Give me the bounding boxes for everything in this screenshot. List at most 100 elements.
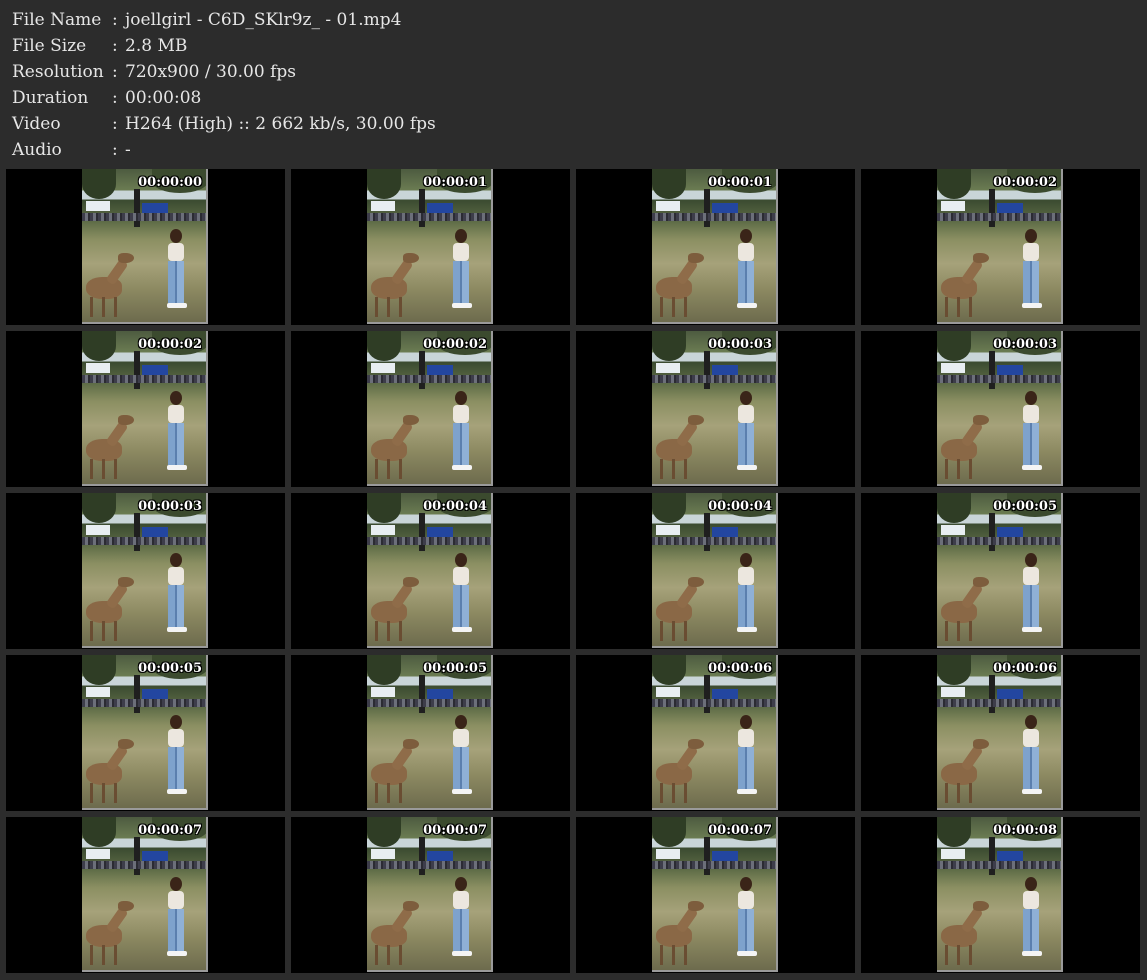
thumbnail-cell[interactable]: 00:00:03 (6, 493, 285, 649)
thumbnail-cell[interactable]: 00:00:04 (291, 493, 570, 649)
thumbnail-timestamp: 00:00:06 (708, 661, 772, 676)
person-top (453, 729, 469, 747)
tree-trunk (419, 351, 425, 389)
thumbnail-cell[interactable]: 00:00:03 (861, 331, 1140, 487)
thumbnail-timestamp: 00:00:03 (138, 499, 202, 514)
person-shoes (737, 465, 757, 470)
tent-shape (941, 849, 965, 859)
video-frame-thumbnail: 00:00:03 (652, 331, 778, 486)
person-top (453, 567, 469, 585)
person-shoes (167, 789, 187, 794)
person-top (1023, 405, 1039, 423)
crowd-shape (367, 213, 491, 221)
tent-shape (941, 687, 965, 697)
person-head (740, 553, 752, 567)
tent-shape (371, 849, 395, 859)
deer-legs (90, 459, 118, 479)
person-top (168, 567, 184, 585)
person-top (453, 405, 469, 423)
tree-trunk (704, 675, 710, 713)
thumbnail-timestamp: 00:00:04 (708, 499, 772, 514)
thumbnail-cell[interactable]: 00:00:06 (861, 655, 1140, 811)
video-frame-thumbnail: 00:00:06 (937, 655, 1063, 810)
tree-icon (937, 331, 971, 361)
crowd-shape (652, 213, 776, 221)
deer-head (118, 415, 134, 425)
person-head (740, 715, 752, 729)
person-top (453, 243, 469, 261)
deer-head (403, 901, 419, 911)
thumbnail-cell[interactable]: 00:00:01 (291, 169, 570, 325)
thumbnail-cell[interactable]: 00:00:07 (576, 817, 855, 973)
thumbnail-timestamp: 00:00:03 (708, 337, 772, 352)
thumbnail-cell[interactable]: 00:00:07 (6, 817, 285, 973)
crowd-shape (367, 375, 491, 383)
person-legs (453, 747, 469, 789)
thumbnail-cell[interactable]: 00:00:05 (861, 493, 1140, 649)
crowd-shape (82, 537, 206, 545)
person-shoes (1022, 303, 1042, 308)
person-shoes (167, 951, 187, 956)
thumbnail-cell[interactable]: 00:00:02 (861, 169, 1140, 325)
tree-icon (82, 331, 116, 361)
thumbnail-cell[interactable]: 00:00:06 (576, 655, 855, 811)
video-frame-thumbnail: 00:00:01 (652, 169, 778, 324)
person-head (1025, 877, 1037, 891)
thumbnail-cell[interactable]: 00:00:07 (291, 817, 570, 973)
deer-head (973, 901, 989, 911)
video-frame-thumbnail: 00:00:06 (652, 655, 778, 810)
deer-legs (660, 621, 688, 641)
deer-head (118, 577, 134, 587)
person-top (1023, 891, 1039, 909)
thumbnail-cell[interactable]: 00:00:02 (291, 331, 570, 487)
thumbnail-cell[interactable]: 00:00:01 (576, 169, 855, 325)
person-top (738, 891, 754, 909)
tent-shape (86, 687, 110, 697)
tree-icon (937, 493, 971, 523)
tree-trunk (134, 837, 140, 875)
person-shoes (737, 627, 757, 632)
person-shoes (167, 303, 187, 308)
person-head (455, 553, 467, 567)
person-legs (1023, 909, 1039, 951)
video-frame-thumbnail: 00:00:05 (82, 655, 208, 810)
person-shoes (1022, 465, 1042, 470)
person-legs (738, 585, 754, 627)
tree-icon (367, 655, 401, 685)
video-frame-thumbnail: 00:00:02 (82, 331, 208, 486)
tent-shape (656, 849, 680, 859)
tree-icon (652, 169, 686, 199)
thumbnail-timestamp: 00:00:01 (423, 175, 487, 190)
thumbnail-cell[interactable]: 00:00:03 (576, 331, 855, 487)
thumbnail-cell[interactable]: 00:00:04 (576, 493, 855, 649)
thumbnail-cell[interactable]: 00:00:00 (6, 169, 285, 325)
deer-legs (945, 945, 973, 965)
deer-legs (375, 621, 403, 641)
crowd-shape (82, 213, 206, 221)
person-head (170, 229, 182, 243)
deer-legs (90, 783, 118, 803)
deer-head (973, 577, 989, 587)
person-legs (453, 423, 469, 465)
thumbnail-timestamp: 00:00:07 (423, 823, 487, 838)
tree-icon (652, 655, 686, 685)
thumbnail-cell[interactable]: 00:00:08 (861, 817, 1140, 973)
deer-head (688, 577, 704, 587)
tree-icon (82, 169, 116, 199)
thumbnail-timestamp: 00:00:02 (993, 175, 1057, 190)
thumbnail-cell[interactable]: 00:00:02 (6, 331, 285, 487)
thumbnail-cell[interactable]: 00:00:05 (291, 655, 570, 811)
tree-icon (367, 331, 401, 361)
deer-head (688, 739, 704, 749)
thumbnail-cell[interactable]: 00:00:05 (6, 655, 285, 811)
person-shoes (452, 627, 472, 632)
person-top (1023, 729, 1039, 747)
deer-legs (375, 945, 403, 965)
video-frame-thumbnail: 00:00:04 (367, 493, 493, 648)
person-legs (168, 909, 184, 951)
person-legs (738, 423, 754, 465)
video-frame-thumbnail: 00:00:07 (82, 817, 208, 972)
crowd-shape (367, 699, 491, 707)
tent-shape (656, 687, 680, 697)
person-top (168, 729, 184, 747)
